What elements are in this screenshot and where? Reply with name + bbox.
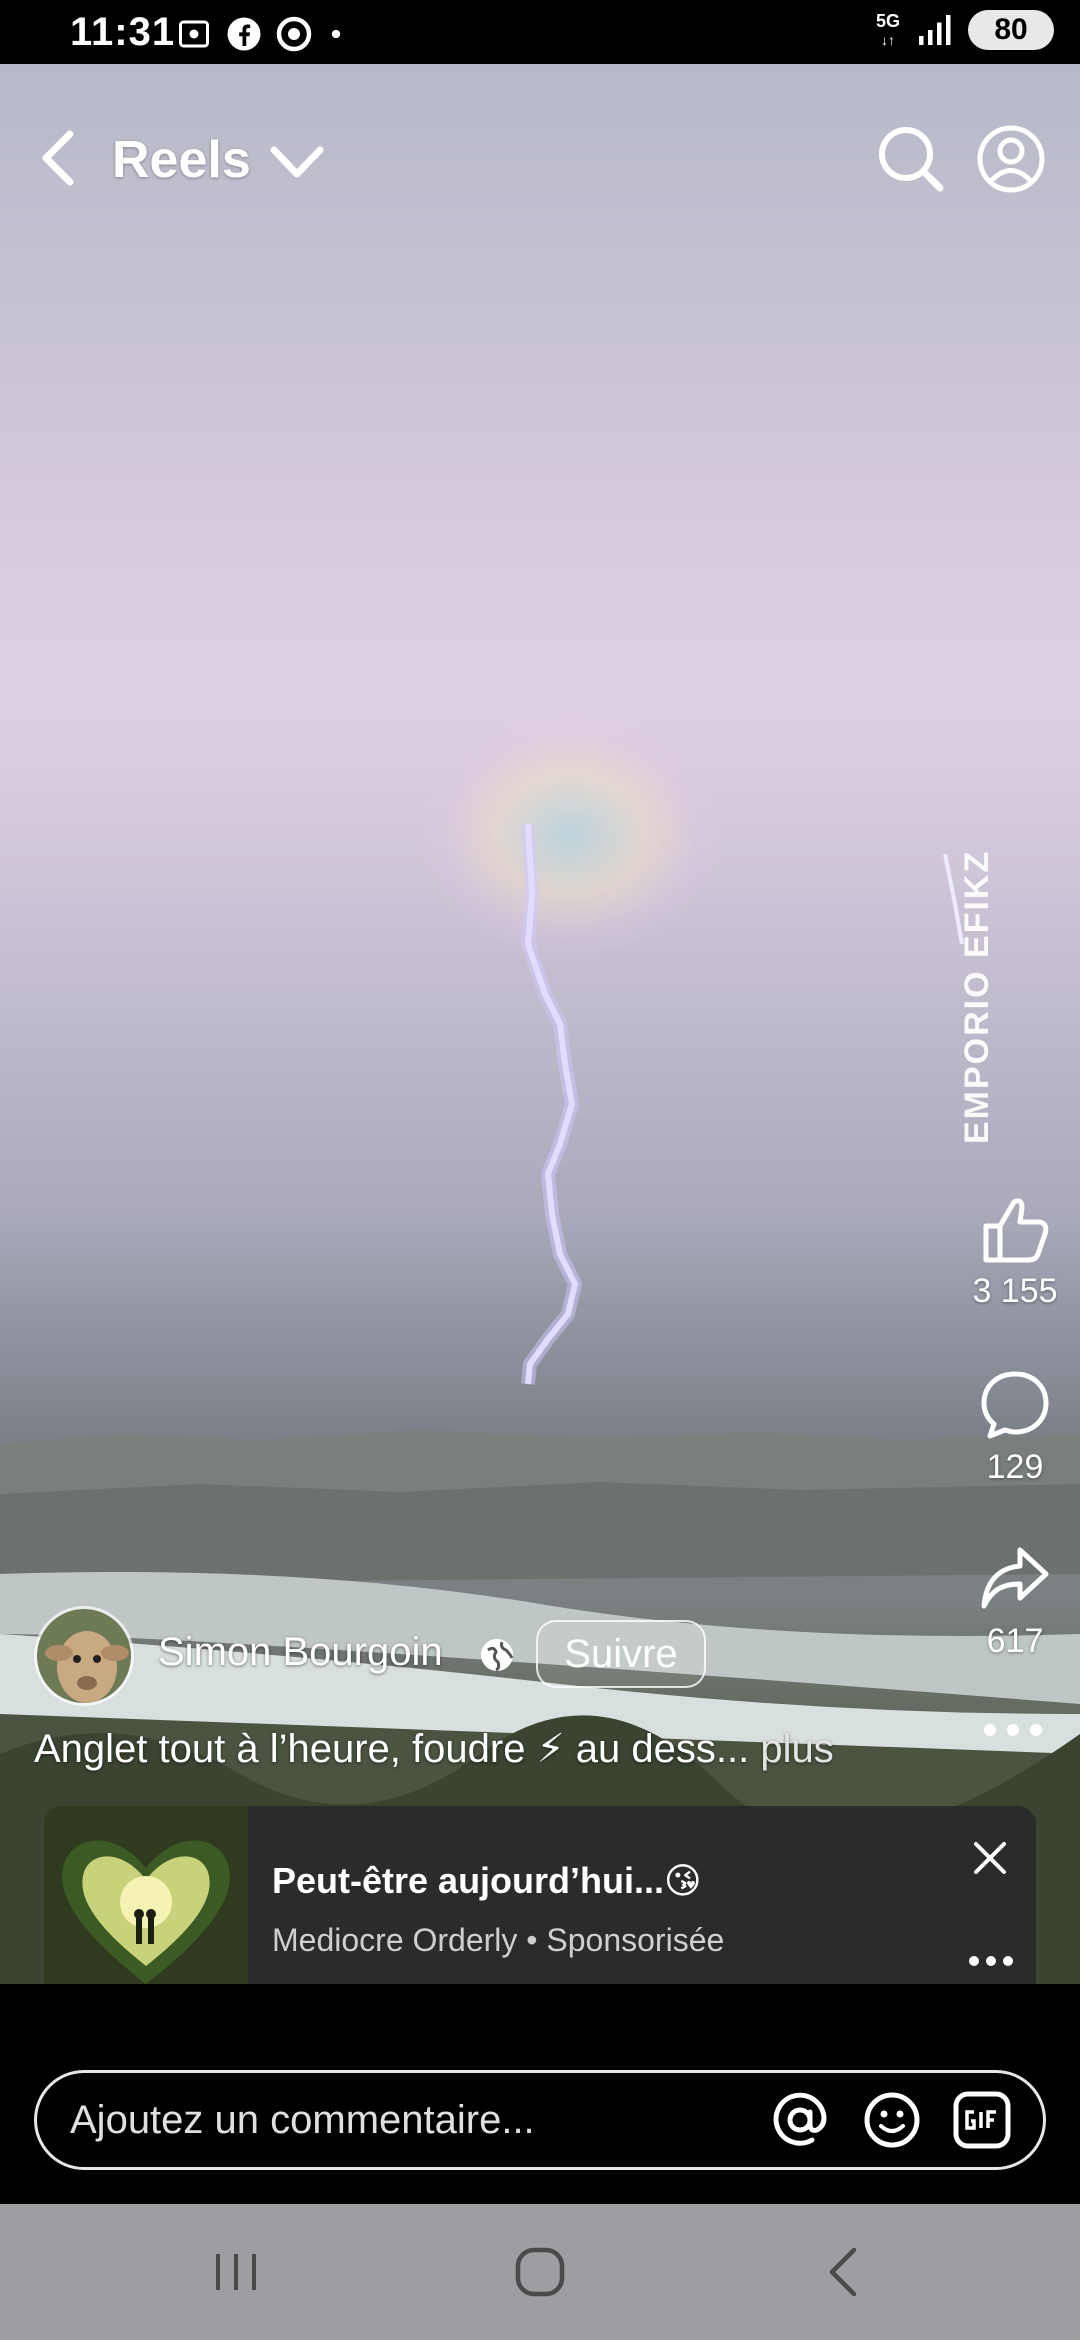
back-arrow-icon[interactable] [30,126,84,190]
status-bar: 11:31 5G ↓↑ 80 [0,0,1080,64]
author-name[interactable]: Simon Bourgoin [158,1630,443,1675]
like-count: 3 155 [972,1272,1058,1310]
ad-title[interactable]: Peut-être aujourd’hui...😘 [272,1860,702,1902]
chevron-down-icon[interactable] [268,140,326,184]
facebook-icon [227,17,261,51]
more-options-icon[interactable] [978,1710,1048,1750]
post-caption[interactable]: Anglet tout à l’heure, foudre ⚡ au dess.… [34,1726,834,1772]
follow-button[interactable]: Suivre [536,1620,706,1688]
emoji-icon[interactable] [862,2090,922,2150]
sponsored-card[interactable]: Peut-être aujourd’hui...😘 Mediocre Order… [44,1806,1036,2006]
screenshot-icon [179,20,209,48]
share-action[interactable]: 617 [960,1542,1070,1661]
status-notification-icons [176,16,346,52]
globe-icon [481,1639,514,1672]
caption-text: Anglet tout à l’heure, foudre ⚡ au dess.… [34,1727,750,1771]
close-icon[interactable] [966,1834,1014,1882]
author-avatar[interactable] [34,1606,134,1706]
battery-indicator: 80 [968,10,1054,50]
chrome-icon [276,16,312,52]
video-watermark: EMPORIO EFIKZ [958,849,996,1144]
share-arrow-icon[interactable] [978,1542,1052,1616]
comment-action[interactable]: 129 [960,1368,1070,1487]
ad-subtitle: Mediocre Orderly • Sponsorisée [272,1922,724,1959]
ad-thumbnail-image [44,1806,248,2006]
profile-icon[interactable] [976,124,1046,194]
comment-count: 129 [986,1448,1044,1486]
gif-icon[interactable] [952,2090,1012,2150]
ad-advertiser[interactable]: Mediocre Orderly [272,1922,517,1958]
network-type: 5G [875,10,900,31]
status-time: 11:31 [70,10,176,54]
thumbs-up-icon[interactable] [978,1192,1052,1266]
dot-icon [331,29,341,39]
system-back-icon[interactable] [812,2240,876,2304]
signal-icon [919,15,951,45]
like-action[interactable]: 3 155 [960,1192,1070,1311]
ad-more-options-icon[interactable] [966,1946,1016,1976]
mention-icon[interactable] [770,2090,830,2150]
comment-bubble-icon[interactable] [978,1368,1052,1442]
comment-placeholder[interactable]: Ajoutez un commentaire... [70,2098,535,2143]
see-more-link[interactable]: plus [760,1727,833,1771]
recent-apps-icon[interactable] [204,2240,268,2304]
sponsored-label: • Sponsorisée [526,1922,725,1958]
reel-video[interactable]: EMPORIO EFIKZ [0,64,1080,1984]
share-count: 617 [986,1622,1044,1660]
network-label: 5G ↓↑ [875,10,900,48]
status-system-icons: 5G ↓↑ 80 [876,10,1054,50]
page-title[interactable]: Reels [112,130,251,190]
search-icon[interactable] [876,124,946,194]
home-icon[interactable] [508,2240,572,2304]
